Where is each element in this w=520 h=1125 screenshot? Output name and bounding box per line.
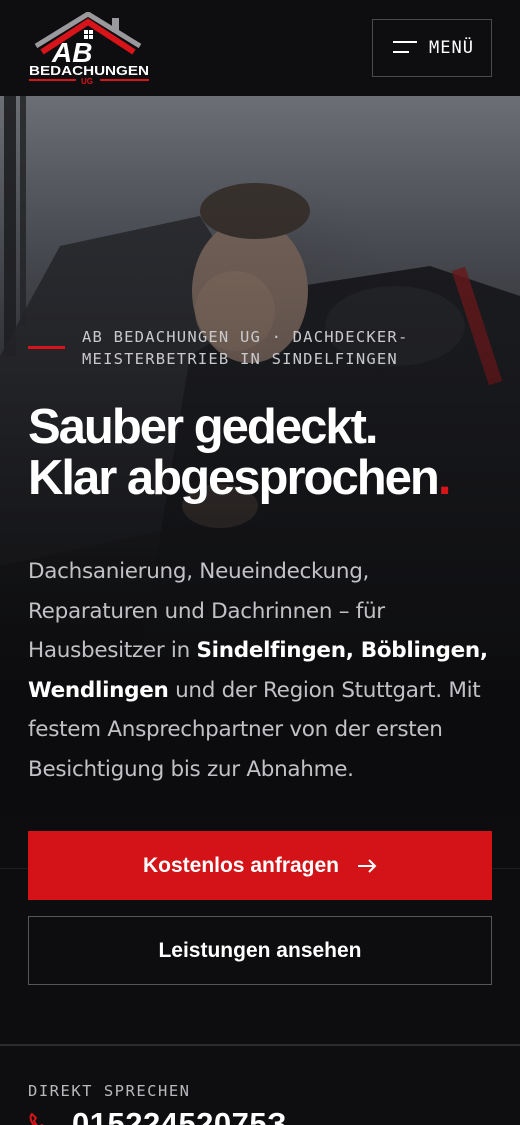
contact-strip: DIREKT SPRECHEN 01522452075З [0, 1044, 520, 1125]
roof-house-logo: AB BEDACHUNGEN UG [29, 11, 149, 86]
contact-label: DIREKT SPRECHEN [28, 1082, 191, 1100]
hamburger-icon [393, 41, 417, 55]
phone-number-link[interactable]: 01522452075З [72, 1106, 287, 1125]
logo-suffix: UG [81, 77, 93, 84]
headline-line-2: Klar abgesprochen [28, 451, 440, 505]
logo-name: BEDACHUNGEN [29, 63, 149, 78]
arrow-right-icon [358, 858, 377, 873]
phone-icon [29, 1112, 44, 1125]
headline-accent-dot: . [437, 451, 452, 505]
hero-eyebrow: AB BEDACHUNGEN UG · DACHDECKER-MEISTERBE… [82, 328, 409, 368]
request-quote-button[interactable]: Kostenlos anfragen [28, 831, 492, 900]
hero-section: AB BEDACHUNGEN UG · DACHDECKER-MEISTERBE… [0, 96, 520, 1044]
view-services-label: Leistungen ansehen [158, 938, 362, 962]
site-header: AB BEDACHUNGEN UG MENÜ [0, 0, 520, 96]
hero-headline: Sauber gedeckt. Klar abgesprochen. [28, 402, 498, 504]
headline-line-1: Sauber gedeckt. [28, 400, 379, 454]
company-logo[interactable]: AB BEDACHUNGEN UG [28, 11, 150, 86]
request-quote-label: Kostenlos anfragen [142, 853, 340, 877]
eyebrow-accent-line [28, 346, 65, 349]
menu-label: MENÜ [429, 38, 474, 58]
menu-button[interactable]: MENÜ [372, 19, 492, 77]
view-services-button[interactable]: Leistungen ansehen [28, 916, 492, 985]
hero-lead-text: Dachsanierung, Neueindeckung, Reparature… [28, 552, 490, 790]
